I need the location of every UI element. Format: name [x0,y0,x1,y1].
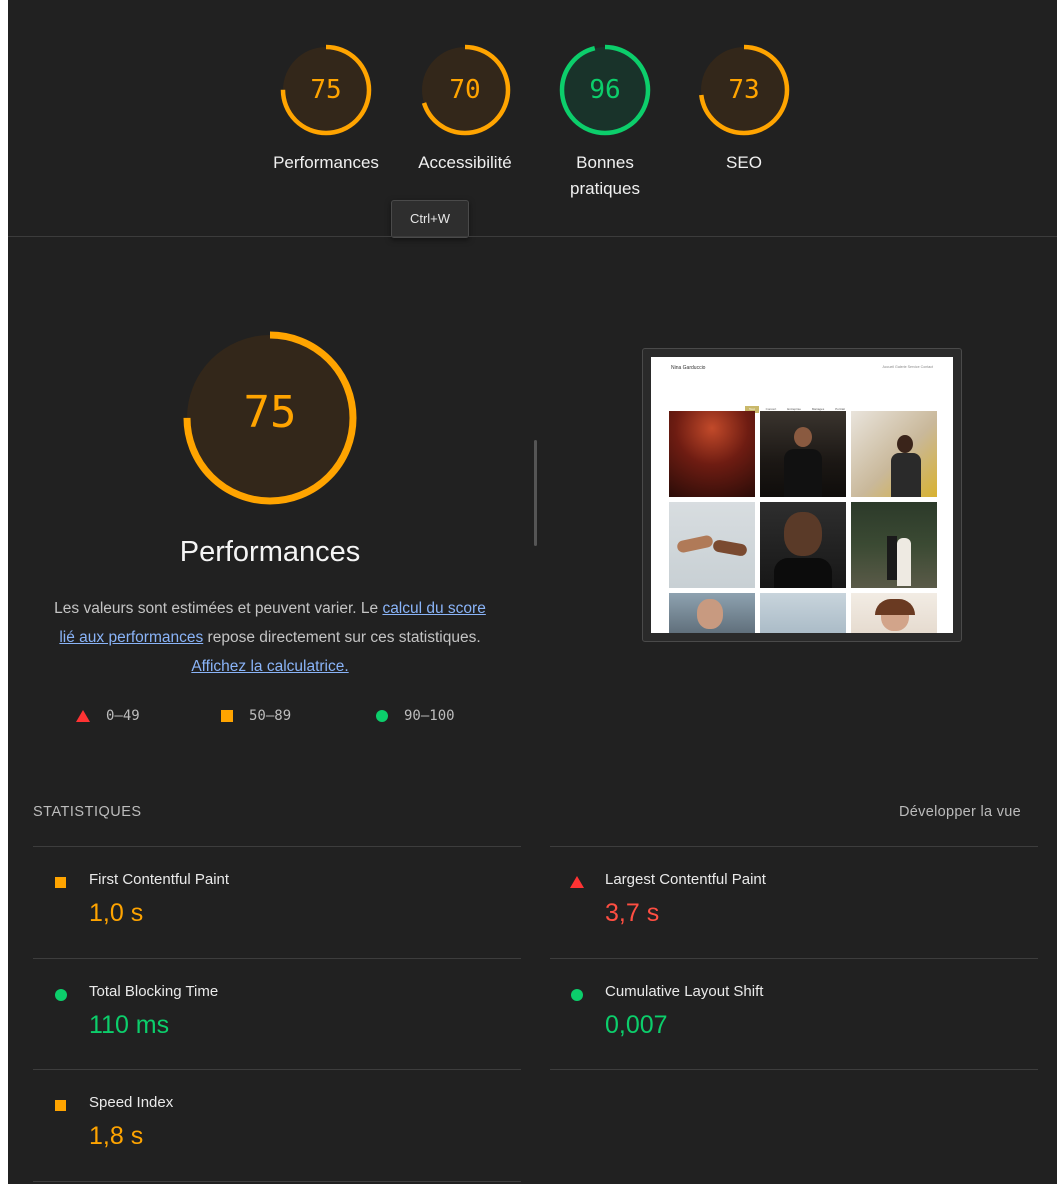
thumb-brand: Nina Garduccio [671,365,706,371]
legend-range: 90–100 [404,708,455,724]
square-average-icon [221,710,233,722]
square-average-icon [55,1100,66,1111]
score-legend: 0–49 50–89 90–100 [68,704,488,728]
metric-value: 3,7 s [605,899,660,927]
photo-businessman [760,411,846,497]
metric-name: Cumulative Layout Shift [605,983,764,1000]
gauge-label: Bonnes pratiques [570,153,640,198]
photo-office [851,411,937,497]
metric-name: Total Blocking Time [89,983,219,1000]
photo-crowd [760,593,846,633]
divider [33,1181,521,1182]
circle-pass-icon [376,710,388,722]
photo-woman-2 [851,593,937,633]
performance-description: Les valeurs sont estimées et peuvent var… [50,594,490,681]
legend-fail: 0–49 [76,704,140,728]
photo-hands [669,502,755,588]
metric-value: 110 ms [89,1011,170,1039]
main-performance-gauge: 75 [180,328,360,508]
gauge-label: Performances [273,153,379,172]
triangle-fail-icon [570,876,584,888]
gauge-score: 73 [728,75,760,105]
legend-range: 50–89 [249,708,292,724]
gauge-label: SEO [726,153,762,172]
metric-name: Largest Contentful Paint [605,871,766,888]
legend-average: 50–89 [221,704,291,728]
circle-pass-icon [55,989,67,1001]
gauge-score: 75 [310,75,342,105]
metric-value: 0,007 [605,1011,668,1039]
thumb-filters: Tout Concert Entreprise Mariages Portrait [745,397,852,413]
final-screenshot[interactable]: Nina Garduccio Accueil Galerie Service C… [642,348,962,642]
performance-title: Performances [179,536,361,568]
lighthouse-report: 75 Performances 70 Accessibilité 96 Bonn… [8,0,1057,1184]
gauge-accessibilite[interactable]: 70 Accessibilité [395,40,535,176]
metric-first-contentful-paint: First Contentful Paint 1,0 s [33,847,493,947]
screenshot-image: Nina Garduccio Accueil Galerie Service C… [651,357,953,633]
gauge-score: 96 [589,75,621,105]
vertical-separator [534,440,537,546]
divider [550,1069,1038,1070]
metric-name: First Contentful Paint [89,871,230,888]
metric-value: 1,0 s [89,899,144,927]
main-score: 75 [243,387,297,438]
gauge-score: 70 [449,75,481,105]
metric-name: Speed Index [89,1094,174,1111]
metric-value: 1,8 s [89,1122,144,1150]
photo-woman-1 [669,593,755,633]
gauge-label: Accessibilité [418,153,512,172]
metric-cumulative-layout-shift: Cumulative Layout Shift 0,007 [550,959,1010,1059]
photo-portrait-man [760,502,846,588]
calculator-link[interactable]: Affichez la calculatrice. [191,658,348,675]
thumb-nav: Accueil Galerie Service Contact [882,365,933,369]
gauge-performances[interactable]: 75 Performances [256,40,396,176]
expand-view-toggle[interactable]: Développer la vue [899,804,1021,820]
stats-section-title: STATISTIQUES [33,804,142,820]
desc-text: repose directement sur ces statistiques. [203,629,481,646]
keyboard-shortcut-tooltip: Ctrl+W [391,200,469,238]
photo-wedding [851,502,937,588]
triangle-fail-icon [76,710,90,722]
metric-total-blocking-time: Total Blocking Time 110 ms [33,959,493,1059]
metric-speed-index: Speed Index 1,8 s [33,1070,493,1170]
metric-largest-contentful-paint: Largest Contentful Paint 3,7 s [550,847,1010,947]
gauge-bonnes-pratiques[interactable]: 96 Bonnes pratiques [535,40,675,202]
photo-concert [669,411,755,497]
desc-text: Les valeurs sont estimées et peuvent var… [54,600,383,617]
circle-pass-icon [571,989,583,1001]
square-average-icon [55,877,66,888]
category-gauges: 75 Performances 70 Accessibilité 96 Bonn… [8,0,1057,236]
gauge-seo[interactable]: 73 SEO [674,40,814,176]
divider [8,236,1057,237]
legend-pass: 90–100 [376,704,455,728]
legend-range: 0–49 [106,708,140,724]
